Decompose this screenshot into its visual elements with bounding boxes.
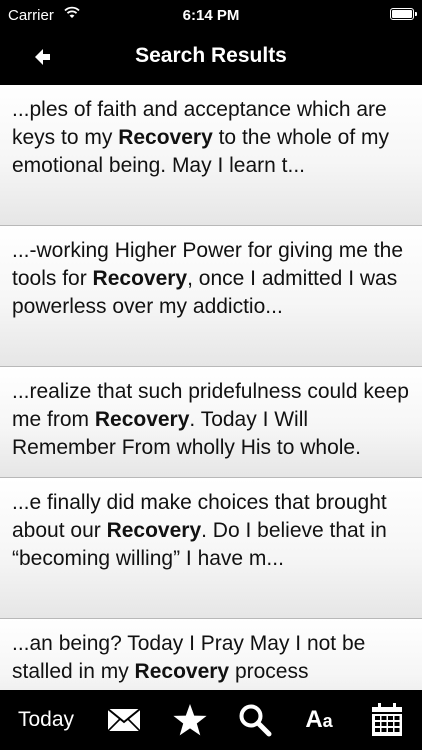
search-result-item[interactable]: ...ples of faith and acceptance which ar… — [0, 85, 422, 226]
search-result-item[interactable]: ...-working Higher Power for giving me t… — [0, 226, 422, 367]
battery-icon — [390, 8, 417, 20]
star-icon[interactable] — [156, 690, 224, 750]
navigation-bar: Search Results — [0, 30, 422, 85]
envelope-icon[interactable] — [92, 690, 156, 750]
page-title: Search Results — [135, 44, 287, 67]
result-text-after: process — [229, 660, 309, 683]
status-bar: Carrier 6:14 PM — [0, 0, 422, 30]
calendar-icon[interactable] — [352, 690, 422, 750]
search-result-item[interactable]: ...e finally did make choices that broug… — [0, 478, 422, 619]
status-time: 6:14 PM — [182, 7, 240, 24]
bottom-toolbar: Today Aa — [0, 690, 422, 750]
result-keyword: Recovery — [134, 660, 230, 683]
font-size-icon[interactable]: Aa — [286, 690, 352, 750]
result-keyword: Recovery — [106, 519, 202, 542]
magnifier-icon[interactable] — [224, 690, 286, 750]
today-button[interactable]: Today — [0, 690, 92, 750]
search-results-list[interactable]: ...ples of faith and acceptance which ar… — [0, 85, 422, 690]
font-size-glyph: Aa — [305, 706, 333, 733]
search-result-item[interactable]: ...an being? Today I Pray May I not be s… — [0, 619, 422, 690]
result-keyword: Recovery — [94, 408, 190, 431]
search-result-item[interactable]: ...realize that such pridefulness could … — [0, 367, 422, 478]
result-keyword: Recovery — [92, 267, 188, 290]
result-keyword: Recovery — [118, 126, 213, 149]
